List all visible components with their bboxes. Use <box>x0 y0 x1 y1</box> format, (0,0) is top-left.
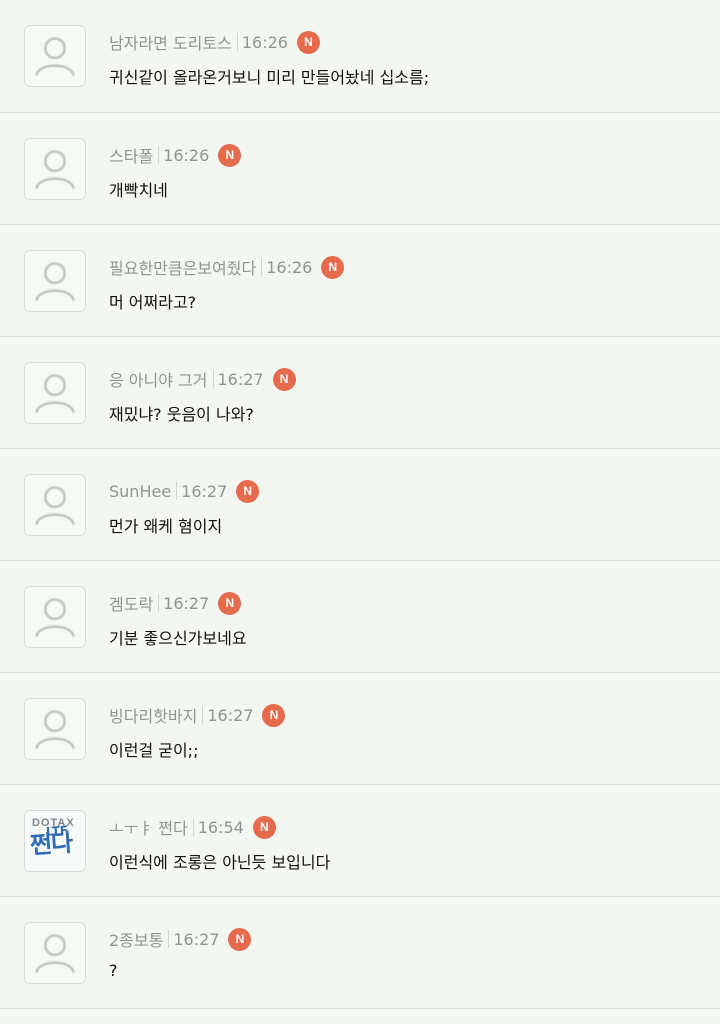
nickname[interactable]: 빙다리핫바지 <box>109 703 197 727</box>
divider <box>176 482 178 500</box>
nickname[interactable]: ㅗㅜㅑ 쩐다 <box>109 815 188 839</box>
default-avatar-icon <box>35 598 75 637</box>
avatar[interactable] <box>24 250 86 312</box>
comment-item: DOTAX LTF 쩐다 ㅗㅜㅑ 쩐다 16:54 N 이런식에 조롱은 아닌듯… <box>0 785 720 897</box>
nickname[interactable]: 겜도락 <box>109 591 153 615</box>
comment-meta: 스타폴 16:26 N <box>109 143 242 167</box>
comment-meta: 겜도락 16:27 N <box>109 591 242 615</box>
timestamp: 16:27 <box>163 593 210 613</box>
avatar[interactable]: DOTAX LTF 쩐다 <box>24 810 86 872</box>
divider <box>261 258 263 276</box>
comment-item: 필요한만큼은보여줬다 16:26 N 머 어쩌라고? <box>0 225 720 337</box>
avatar[interactable] <box>24 362 86 424</box>
timestamp: 16:26 <box>266 257 313 277</box>
new-badge: N <box>218 143 242 167</box>
comment-text: 머 어쩌라고? <box>109 293 197 312</box>
avatar[interactable] <box>24 474 86 536</box>
avatar[interactable] <box>24 586 86 648</box>
comment-meta: 필요한만큼은보여줬다 16:26 N <box>109 255 345 279</box>
comment-item: 남자라면 도리토스 16:26 N 귀신같이 올라온거보니 미리 만들어놨네 십… <box>0 0 720 113</box>
comment-item: 빙다리핫바지 16:27 N 이런걸 굳이;; <box>0 673 720 785</box>
comment-text: 먼가 왜케 혐이지 <box>109 517 223 536</box>
avatar[interactable] <box>24 922 86 984</box>
timestamp: 16:26 <box>163 145 210 165</box>
divider <box>192 818 194 836</box>
new-badge: N <box>262 703 286 727</box>
comment-text: 개빡치네 <box>109 181 168 200</box>
default-avatar-icon <box>35 37 75 76</box>
comment-item: SunHee 16:27 N 먼가 왜케 혐이지 <box>0 449 720 561</box>
timestamp: 16:27 <box>173 929 220 949</box>
comment-list: 남자라면 도리토스 16:26 N 귀신같이 올라온거보니 미리 만들어놨네 십… <box>0 0 720 1024</box>
timestamp: 16:27 <box>217 369 264 389</box>
dotax-logo-avatar: DOTAX LTF 쩐다 <box>25 811 85 871</box>
nickname[interactable]: 필요한만큼은보여줬다 <box>109 255 256 279</box>
comment-item: 2종보통 16:27 N ? <box>0 897 720 1009</box>
comment-text: 기분 좋으신가보네요 <box>109 629 247 648</box>
comment-text: ? <box>109 961 118 980</box>
avatar-main-text: 쩐다 <box>29 828 74 860</box>
default-avatar-icon <box>35 374 75 413</box>
nickname[interactable]: SunHee <box>109 482 171 501</box>
divider <box>212 370 214 388</box>
timestamp: 16:27 <box>207 705 254 725</box>
comment-item: 응 아니야 그거 16:27 N 재밌냐? 웃음이 나와? <box>0 337 720 449</box>
divider <box>158 146 160 164</box>
comment-meta: ㅗㅜㅑ 쩐다 16:54 N <box>109 815 276 839</box>
comment-meta: 응 아니야 그거 16:27 N <box>109 367 296 391</box>
default-avatar-icon <box>35 150 75 189</box>
new-badge: N <box>252 815 276 839</box>
divider <box>202 706 204 724</box>
avatar[interactable] <box>24 698 86 760</box>
comment-meta: 2종보통 16:27 N <box>109 927 252 951</box>
new-badge: N <box>228 927 252 951</box>
new-badge: N <box>272 367 296 391</box>
timestamp: 16:27 <box>181 481 228 501</box>
nickname[interactable]: 2종보통 <box>109 927 163 951</box>
default-avatar-icon <box>35 934 75 973</box>
comment-item: 스타폴 16:26 N 개빡치네 <box>0 113 720 225</box>
comment-meta: 남자라면 도리토스 16:26 N <box>109 30 320 54</box>
comment-text: 귀신같이 올라온거보니 미리 만들어놨네 십소름; <box>109 68 430 87</box>
timestamp: 16:26 <box>241 32 288 52</box>
new-badge: N <box>218 591 242 615</box>
divider <box>168 930 170 948</box>
divider <box>236 33 238 51</box>
comment-text: 재밌냐? 웃음이 나와? <box>109 405 254 424</box>
comment-meta: SunHee 16:27 N <box>109 479 260 503</box>
new-badge: N <box>296 30 320 54</box>
default-avatar-icon <box>35 262 75 301</box>
nickname[interactable]: 스타폴 <box>109 143 153 167</box>
new-badge: N <box>321 255 345 279</box>
nickname[interactable]: 응 아니야 그거 <box>109 367 208 391</box>
avatar[interactable] <box>24 138 86 200</box>
nickname[interactable]: 남자라면 도리토스 <box>109 30 232 54</box>
default-avatar-icon <box>35 486 75 525</box>
comment-text: 이런식에 조롱은 아닌듯 보입니다 <box>109 853 331 872</box>
default-avatar-icon <box>35 710 75 749</box>
comment-item: 겜도락 16:27 N 기분 좋으신가보네요 <box>0 561 720 673</box>
new-badge: N <box>236 479 260 503</box>
avatar[interactable] <box>24 25 86 87</box>
comment-text: 이런걸 굳이;; <box>109 741 199 760</box>
divider <box>158 594 160 612</box>
timestamp: 16:54 <box>197 817 244 837</box>
comment-meta: 빙다리핫바지 16:27 N <box>109 703 286 727</box>
